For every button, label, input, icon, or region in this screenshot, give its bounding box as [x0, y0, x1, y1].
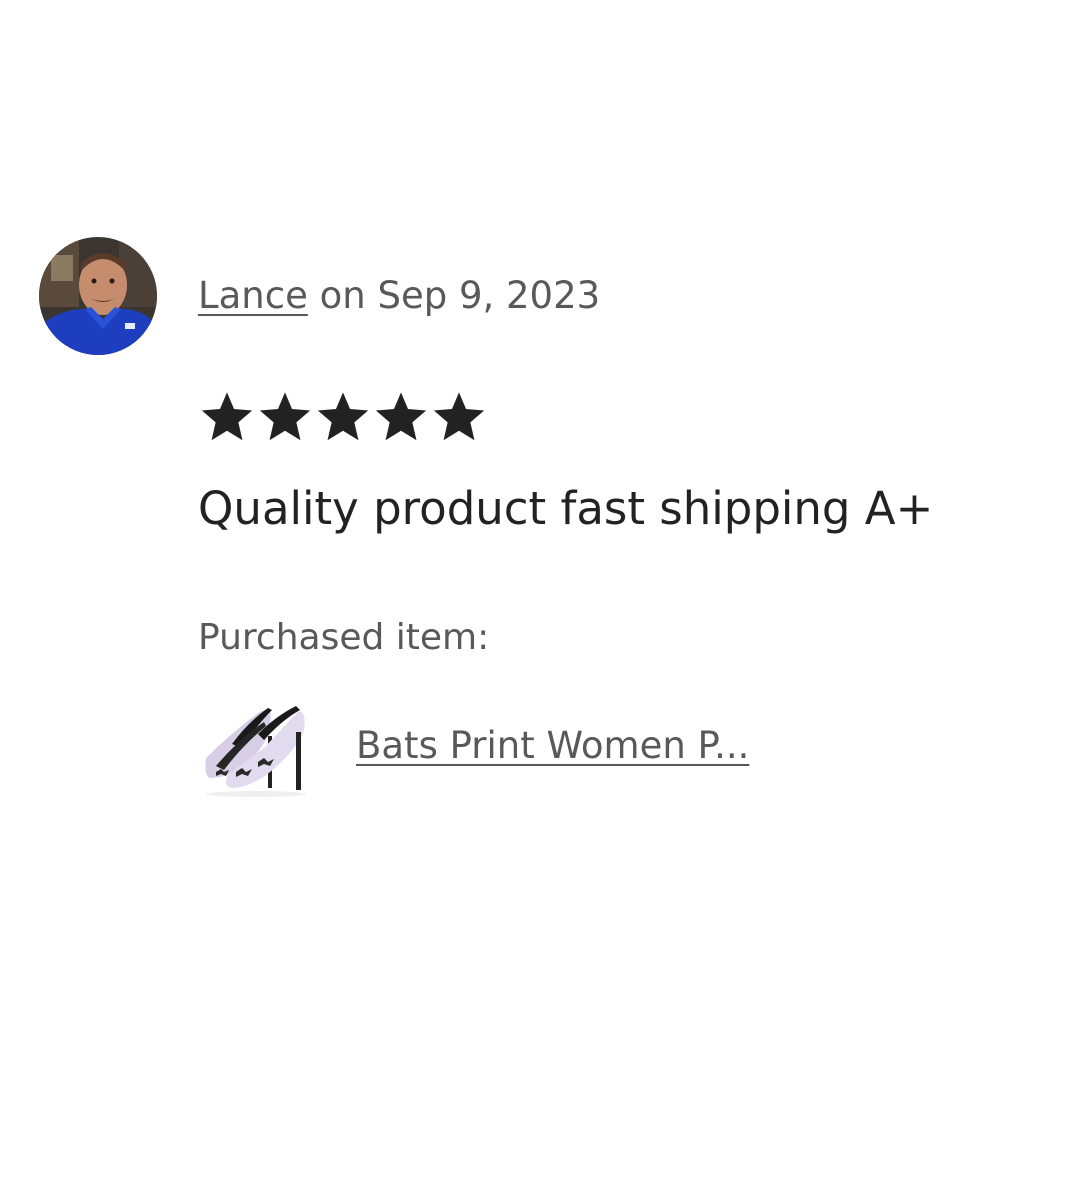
- review-date: on Sep 9, 2023: [307, 274, 601, 317]
- review-card: Lance on Sep 9, 2023 Quality product fas…: [0, 0, 1080, 1201]
- review-byline: Lance on Sep 9, 2023: [198, 272, 600, 320]
- purchased-item-label: Purchased item:: [198, 617, 490, 658]
- star-icon: [259, 392, 311, 441]
- reviewer-avatar-image: [39, 237, 157, 355]
- star-icon: [433, 392, 485, 441]
- purchased-item-row: Bats Print Women P...: [198, 696, 898, 800]
- reviewer-avatar[interactable]: [39, 237, 157, 355]
- review-text: Quality product fast shipping A+: [198, 482, 934, 535]
- purchased-item-link[interactable]: Bats Print Women P...: [356, 722, 749, 770]
- purchased-item-thumbnail[interactable]: [198, 696, 316, 800]
- star-rating: [198, 388, 488, 446]
- star-icon: [317, 392, 369, 441]
- shoe-image: [198, 696, 316, 800]
- star-icon: [375, 392, 427, 441]
- star-icon: [201, 392, 253, 441]
- reviewer-name-link[interactable]: Lance: [198, 274, 308, 317]
